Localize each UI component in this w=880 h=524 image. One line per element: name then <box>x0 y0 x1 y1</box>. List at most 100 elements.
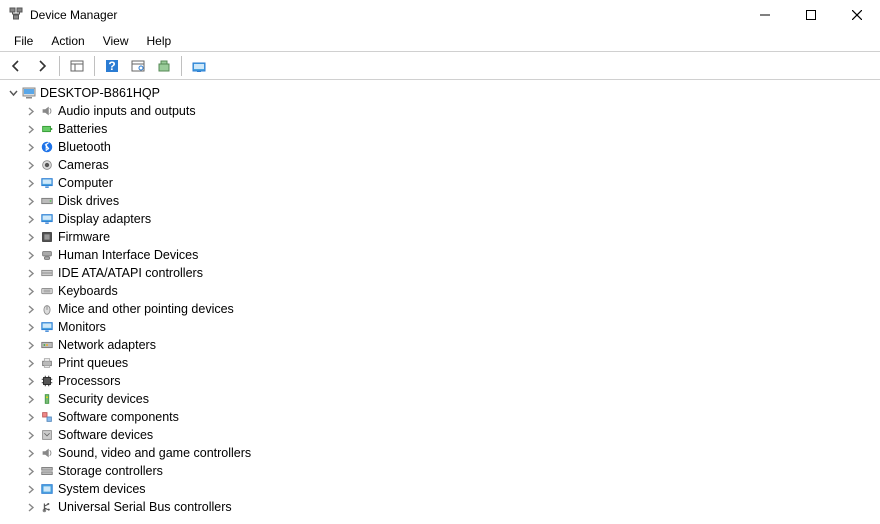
tree-category-display[interactable]: Display adapters <box>6 210 874 228</box>
tree-category-security[interactable]: Security devices <box>6 390 874 408</box>
display-icon <box>39 211 55 227</box>
chevron-right-icon[interactable] <box>24 143 38 152</box>
system-icon <box>39 481 55 497</box>
menu-view[interactable]: View <box>95 32 137 50</box>
window-title: Device Manager <box>30 8 117 22</box>
tree-category-label: Mice and other pointing devices <box>58 302 234 316</box>
show-hide-console-tree-button[interactable] <box>65 55 89 77</box>
batteries-icon <box>39 121 55 137</box>
chevron-right-icon[interactable] <box>24 359 38 368</box>
chevron-right-icon[interactable] <box>24 107 38 116</box>
tree-category-network[interactable]: Network adapters <box>6 336 874 354</box>
maximize-button[interactable] <box>788 0 834 30</box>
menu-action[interactable]: Action <box>43 32 92 50</box>
hid-icon <box>39 247 55 263</box>
device-tree[interactable]: DESKTOP-B861HQP Audio inputs and outputs… <box>0 80 880 524</box>
tree-category-cameras[interactable]: Cameras <box>6 156 874 174</box>
chevron-right-icon[interactable] <box>24 233 38 242</box>
tree-root[interactable]: DESKTOP-B861HQP <box>6 84 874 102</box>
tree-category-label: Disk drives <box>58 194 119 208</box>
tree-category-label: Display adapters <box>58 212 151 226</box>
back-button[interactable] <box>4 55 28 77</box>
network-icon <box>39 337 55 353</box>
chevron-right-icon[interactable] <box>24 161 38 170</box>
chevron-right-icon[interactable] <box>24 341 38 350</box>
chevron-right-icon[interactable] <box>24 125 38 134</box>
tree-category-disk[interactable]: Disk drives <box>6 192 874 210</box>
window-controls <box>742 0 880 30</box>
tree-category-audio[interactable]: Audio inputs and outputs <box>6 102 874 120</box>
tree-root-label: DESKTOP-B861HQP <box>40 86 160 100</box>
audio-icon <box>39 103 55 119</box>
tree-category-batteries[interactable]: Batteries <box>6 120 874 138</box>
add-legacy-hardware-button[interactable] <box>152 55 176 77</box>
tree-category-bluetooth[interactable]: Bluetooth <box>6 138 874 156</box>
chevron-right-icon[interactable] <box>24 431 38 440</box>
chevron-right-icon[interactable] <box>24 395 38 404</box>
scan-hardware-button[interactable] <box>126 55 150 77</box>
usb-icon <box>39 499 55 515</box>
bluetooth-icon <box>39 139 55 155</box>
chevron-right-icon[interactable] <box>24 449 38 458</box>
monitors-icon <box>39 319 55 335</box>
chevron-right-icon[interactable] <box>24 485 38 494</box>
chevron-right-icon[interactable] <box>24 179 38 188</box>
tree-category-usb[interactable]: Universal Serial Bus controllers <box>6 498 874 516</box>
toolbar-separator <box>181 56 182 76</box>
chevron-down-icon[interactable] <box>6 89 20 98</box>
help-button[interactable]: ? <box>100 55 124 77</box>
chevron-right-icon[interactable] <box>24 413 38 422</box>
tree-category-label: Monitors <box>58 320 106 334</box>
tree-category-mice[interactable]: Mice and other pointing devices <box>6 300 874 318</box>
tree-category-label: Universal Serial Bus controllers <box>58 500 232 514</box>
tree-category-keyboards[interactable]: Keyboards <box>6 282 874 300</box>
tree-category-label: Batteries <box>58 122 107 136</box>
tree-category-swdev[interactable]: Software devices <box>6 426 874 444</box>
tree-category-system[interactable]: System devices <box>6 480 874 498</box>
swcomp-icon <box>39 409 55 425</box>
tree-category-monitors[interactable]: Monitors <box>6 318 874 336</box>
svg-text:?: ? <box>108 59 115 73</box>
toolbar: ? <box>0 52 880 80</box>
chevron-right-icon[interactable] <box>24 323 38 332</box>
toolbar-separator <box>94 56 95 76</box>
chevron-right-icon[interactable] <box>24 287 38 296</box>
tree-category-sound[interactable]: Sound, video and game controllers <box>6 444 874 462</box>
tree-category-label: Processors <box>58 374 121 388</box>
close-button[interactable] <box>834 0 880 30</box>
tree-category-label: Print queues <box>58 356 128 370</box>
tree-category-processors[interactable]: Processors <box>6 372 874 390</box>
processors-icon <box>39 373 55 389</box>
menu-help[interactable]: Help <box>139 32 180 50</box>
tree-category-swcomp[interactable]: Software components <box>6 408 874 426</box>
tree-category-firmware[interactable]: Firmware <box>6 228 874 246</box>
chevron-right-icon[interactable] <box>24 467 38 476</box>
chevron-right-icon[interactable] <box>24 251 38 260</box>
tree-category-label: System devices <box>58 482 146 496</box>
chevron-right-icon[interactable] <box>24 503 38 512</box>
cameras-icon <box>39 157 55 173</box>
properties-button[interactable] <box>187 55 211 77</box>
tree-category-print[interactable]: Print queues <box>6 354 874 372</box>
mice-icon <box>39 301 55 317</box>
minimize-button[interactable] <box>742 0 788 30</box>
tree-category-label: Software components <box>58 410 179 424</box>
chevron-right-icon[interactable] <box>24 305 38 314</box>
tree-category-ide[interactable]: IDE ATA/ATAPI controllers <box>6 264 874 282</box>
chevron-right-icon[interactable] <box>24 377 38 386</box>
tree-category-storage[interactable]: Storage controllers <box>6 462 874 480</box>
forward-button[interactable] <box>30 55 54 77</box>
chevron-right-icon[interactable] <box>24 215 38 224</box>
sound-icon <box>39 445 55 461</box>
tree-category-computer[interactable]: Computer <box>6 174 874 192</box>
tree-category-label: IDE ATA/ATAPI controllers <box>58 266 203 280</box>
menubar: File Action View Help <box>0 30 880 52</box>
tree-category-hid[interactable]: Human Interface Devices <box>6 246 874 264</box>
chevron-right-icon[interactable] <box>24 269 38 278</box>
computer-root-icon <box>21 85 37 101</box>
firmware-icon <box>39 229 55 245</box>
menu-file[interactable]: File <box>6 32 41 50</box>
toolbar-separator <box>59 56 60 76</box>
keyboards-icon <box>39 283 55 299</box>
chevron-right-icon[interactable] <box>24 197 38 206</box>
